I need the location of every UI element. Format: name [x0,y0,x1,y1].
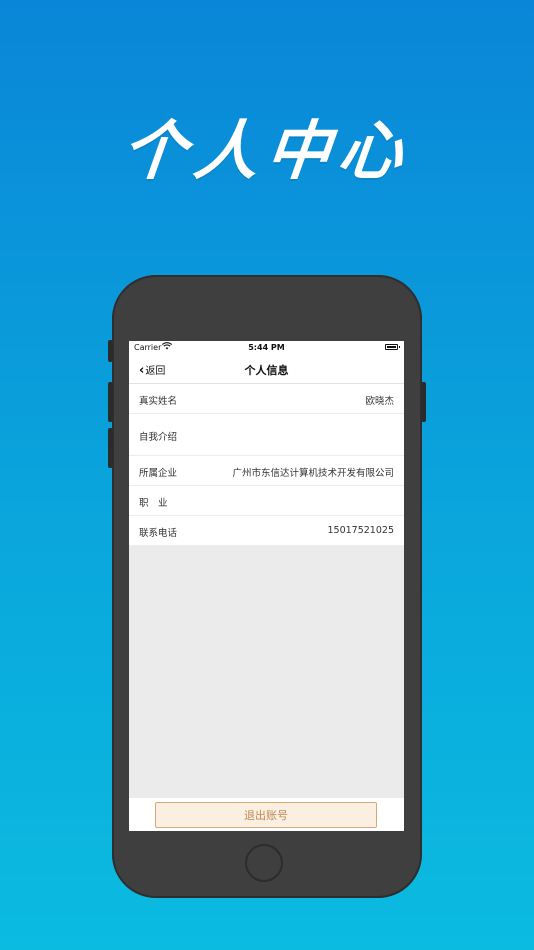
status-time: 5:44 PM [248,343,285,352]
volume-down-button [108,428,113,468]
page-title: 个人信息 [244,364,289,377]
row-real-name[interactable]: 真实姓名 欧晓杰 [129,384,404,414]
row-value: 15017521025 [327,525,395,536]
row-label: 真实姓名 [139,396,178,407]
row-self-intro[interactable]: 自我介绍 [129,414,404,456]
phone-frame: Carrier 5:44 PM ‹返回 个人信息 真实姓名 欧晓杰 自我介绍 所… [108,275,426,898]
power-button [421,382,426,422]
mute-switch [108,340,113,362]
row-company[interactable]: 所属企业 广州市东信达计算机技术开发有限公司 [129,456,404,486]
profile-info-list: 真实姓名 欧晓杰 自我介绍 所属企业 广州市东信达计算机技术开发有限公司 职 业… [129,384,404,546]
navigation-bar: ‹返回 个人信息 [129,355,404,384]
battery-icon [385,344,400,350]
logout-button[interactable]: 退出账号 [155,802,377,828]
row-label: 职 业 [139,498,168,509]
status-bar: Carrier 5:44 PM [129,341,404,355]
phone-screen: Carrier 5:44 PM ‹返回 个人信息 真实姓名 欧晓杰 自我介绍 所… [129,341,404,831]
row-label: 所属企业 [139,468,178,479]
row-value: 广州市东信达计算机技术开发有限公司 [232,468,394,479]
footer-bar: 退出账号 [129,798,404,831]
row-occupation[interactable]: 职 业 [129,486,404,516]
row-label: 自我介绍 [139,432,178,443]
banner-title: 个人中心 [118,115,415,189]
row-phone[interactable]: 联系电话 15017521025 [129,516,404,546]
row-label: 联系电话 [139,528,178,539]
home-button [245,844,283,882]
row-value: 欧晓杰 [365,396,394,407]
volume-up-button [108,382,113,422]
